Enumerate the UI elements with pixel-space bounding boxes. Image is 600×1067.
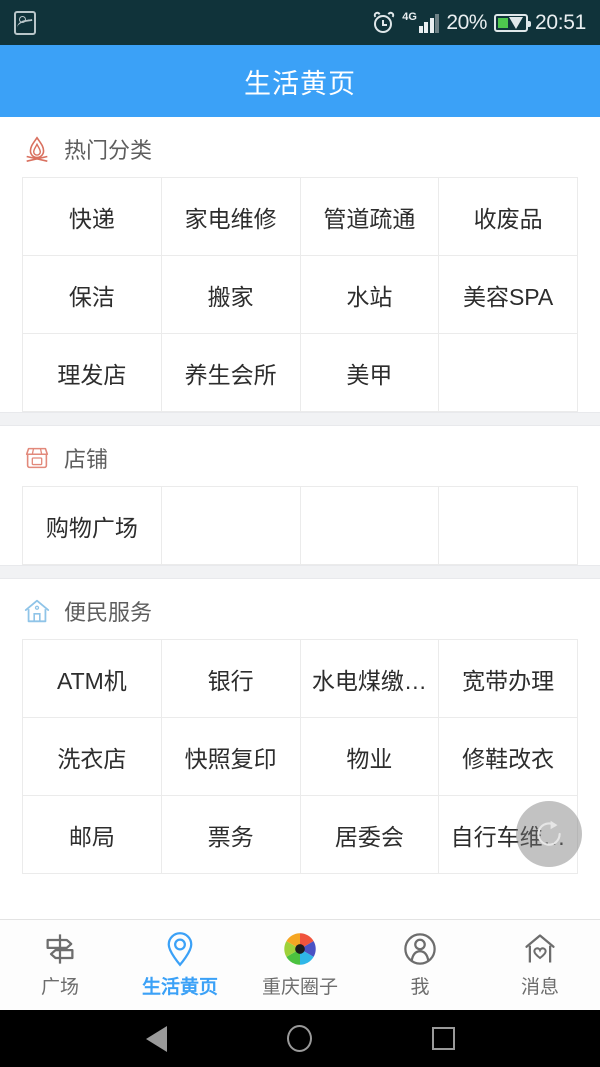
app-header: 生活黄页 [0, 45, 600, 117]
grid-cell[interactable]: 理发店 [23, 334, 162, 412]
grid-cell[interactable]: 银行 [161, 640, 301, 718]
recents-square-icon[interactable] [431, 1027, 455, 1050]
tab-yellow-pages[interactable]: 生活黄页 [120, 920, 240, 1010]
grid-cell[interactable]: 管道疏通 [300, 178, 440, 256]
grid-cell[interactable]: 快照复印 [161, 718, 301, 796]
network-type-label: 4G [402, 11, 417, 23]
camera-aperture-icon [282, 931, 318, 967]
grid-cell-empty [439, 334, 578, 412]
tab-plaza[interactable]: 广场 [0, 920, 120, 1010]
section-shops: 店铺 购物广场 [0, 426, 600, 565]
tab-label: 重庆圈子 [261, 977, 338, 998]
grid-cell[interactable]: 快递 [23, 178, 162, 256]
tab-messages[interactable]: 消息 [480, 920, 600, 1010]
grid-cell[interactable]: 搬家 [161, 256, 301, 334]
section-divider [0, 412, 600, 426]
grid-cell[interactable]: 票务 [161, 796, 301, 874]
status-bar-left [14, 10, 36, 35]
section-divider [0, 565, 600, 579]
category-grid-hot: 快递 家电维修 管道疏通 收废品 保洁 搬家 水站 美容SPA 理发店 养生会所… [22, 177, 578, 412]
grid-cell[interactable]: 水站 [300, 256, 440, 334]
section-services: 便民服务 ATM机 银行 水电煤缴… 宽带办理 洗衣店 快照复印 物业 修鞋改衣… [0, 579, 600, 874]
grid-cell[interactable]: 邮局 [23, 796, 162, 874]
refresh-icon [537, 820, 561, 846]
tab-chongqing-circle[interactable]: 重庆圈子 [240, 920, 360, 1010]
house-icon [24, 599, 50, 623]
grid-cell[interactable]: 水电煤缴… [300, 640, 440, 718]
bottom-tab-bar: 广场 生活黄页 重庆圈子 我 消息 [0, 919, 600, 1010]
grid-cell[interactable]: 购物广场 [23, 487, 162, 565]
grid-cell[interactable]: 收废品 [439, 178, 578, 256]
tab-label: 我 [410, 977, 430, 998]
house-heart-icon [522, 931, 558, 967]
tab-profile[interactable]: 我 [360, 920, 480, 1010]
section-title-services: 便民服务 [64, 600, 153, 625]
grid-cell-empty [300, 487, 440, 565]
tab-label: 生活黄页 [141, 977, 218, 998]
location-pin-icon [162, 931, 198, 967]
status-bar-right: 4G 20% 20:51 [372, 9, 586, 35]
campfire-icon [26, 136, 48, 162]
section-hot: 热门分类 快递 家电维修 管道疏通 收废品 保洁 搬家 水站 美容SPA 理发店… [0, 117, 600, 412]
home-circle-icon[interactable] [286, 1025, 312, 1052]
grid-cell[interactable]: 美容SPA [439, 256, 578, 334]
category-grid-shops: 购物广场 [22, 486, 578, 565]
grid-cell[interactable]: 美甲 [300, 334, 440, 412]
content-scroll-area[interactable]: 热门分类 快递 家电维修 管道疏通 收废品 保洁 搬家 水站 美容SPA 理发店… [0, 117, 600, 919]
grid-cell-empty [439, 487, 578, 565]
signpost-icon [42, 931, 78, 967]
back-triangle-icon[interactable] [145, 1025, 167, 1052]
phone-screen: 4G 20% 20:51 生活黄页 热门分类 快递 家电维修 管道疏通 收废品 … [0, 0, 600, 1067]
network-indicator: 4G [402, 11, 440, 33]
grid-cell[interactable]: 物业 [300, 718, 440, 796]
refresh-fab-button[interactable] [516, 801, 582, 867]
status-bar: 4G 20% 20:51 [0, 0, 600, 45]
category-grid-services: ATM机 银行 水电煤缴… 宽带办理 洗衣店 快照复印 物业 修鞋改衣 邮局 票… [22, 639, 578, 874]
grid-cell[interactable]: 养生会所 [161, 334, 301, 412]
section-header-hot: 热门分类 [0, 117, 600, 177]
tab-label: 广场 [40, 977, 79, 998]
grid-cell[interactable]: 家电维修 [161, 178, 301, 256]
grid-cell[interactable]: 修鞋改衣 [439, 718, 578, 796]
grid-cell[interactable]: ATM机 [23, 640, 162, 718]
section-header-shops: 店铺 [0, 426, 600, 486]
android-navigation-bar [0, 1010, 600, 1067]
screenshot-icon [14, 10, 36, 35]
grid-cell[interactable]: 宽带办理 [439, 640, 578, 718]
tab-label: 消息 [520, 977, 559, 998]
battery-percent-label: 20% [446, 10, 487, 34]
alarm-clock-icon [372, 9, 396, 34]
page-title: 生活黄页 [244, 68, 356, 99]
grid-cell[interactable]: 居委会 [300, 796, 440, 874]
user-profile-icon [402, 931, 438, 967]
signal-bars-icon [418, 13, 440, 33]
battery-charging-icon [493, 13, 531, 32]
section-header-services: 便民服务 [0, 579, 600, 639]
section-title-hot: 热门分类 [64, 138, 153, 163]
grid-cell[interactable]: 保洁 [23, 256, 162, 334]
grid-cell-empty [161, 487, 301, 565]
status-bar-clock: 20:51 [534, 10, 586, 34]
grid-cell[interactable]: 洗衣店 [23, 718, 162, 796]
section-title-shops: 店铺 [64, 447, 109, 472]
storefront-icon [25, 447, 49, 469]
